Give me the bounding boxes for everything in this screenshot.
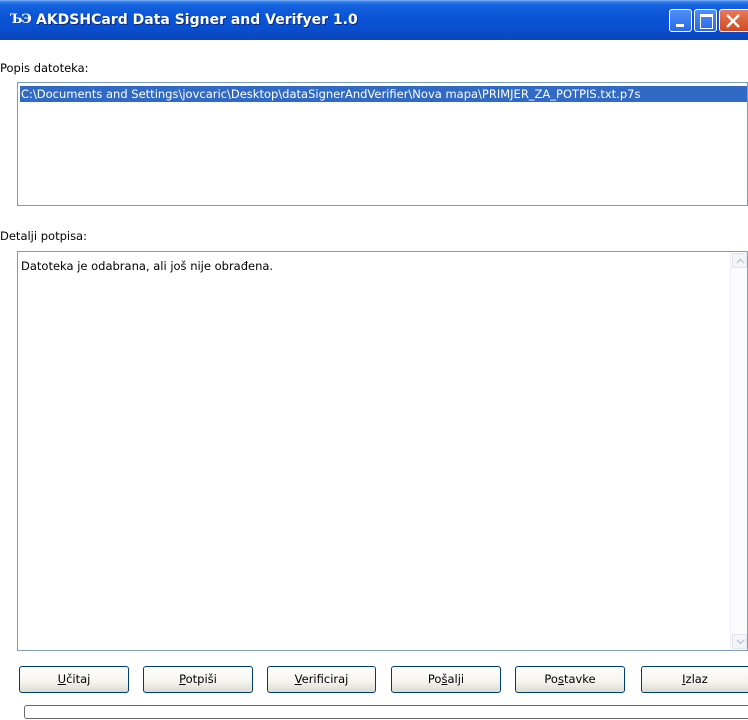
chevron-up-icon [736,258,745,264]
file-list-item-selected[interactable]: C:\Documents and Settings\jovcaric\Deskt… [20,86,747,102]
sign-button[interactable]: Potpiši [143,666,253,693]
scroll-down-button[interactable] [732,634,747,649]
file-list[interactable]: C:\Documents and Settings\jovcaric\Deskt… [17,82,748,206]
settings-button[interactable]: Postavke [515,666,625,693]
files-label: Popis datoteka: [0,61,89,75]
progress-bar [24,705,748,719]
app-icon: ЪЭ [10,12,32,27]
signature-details-textarea[interactable]: Datoteka je odabrana, ali još nije obrađ… [17,251,748,651]
details-label: Detalji potpisa: [0,229,87,243]
signature-details-text: Datoteka je odabrana, ali još nije obrađ… [21,259,274,273]
maximize-button[interactable] [694,9,717,32]
minimize-button[interactable] [669,9,692,32]
vertical-scrollbar[interactable] [730,252,747,650]
load-button[interactable]: Učitaj [19,666,129,693]
button-row: Učitaj Potpiši Verificiraj Pošalji Posta… [0,666,748,696]
mnemonic: U [57,672,67,686]
send-button[interactable]: Pošalji [391,666,501,693]
verify-button[interactable]: Verificiraj [267,666,376,693]
close-button[interactable] [719,9,748,32]
chevron-down-icon [736,639,745,645]
window-title: AKDSHCard Data Signer and Verifyer 1.0 [36,12,358,28]
close-icon [726,14,740,28]
scroll-up-button[interactable] [732,253,747,268]
title-bar[interactable]: ЪЭ AKDSHCard Data Signer and Verifyer 1.… [0,0,748,40]
exit-button[interactable]: Izlaz [641,666,748,693]
mnemonic: V [294,672,302,686]
